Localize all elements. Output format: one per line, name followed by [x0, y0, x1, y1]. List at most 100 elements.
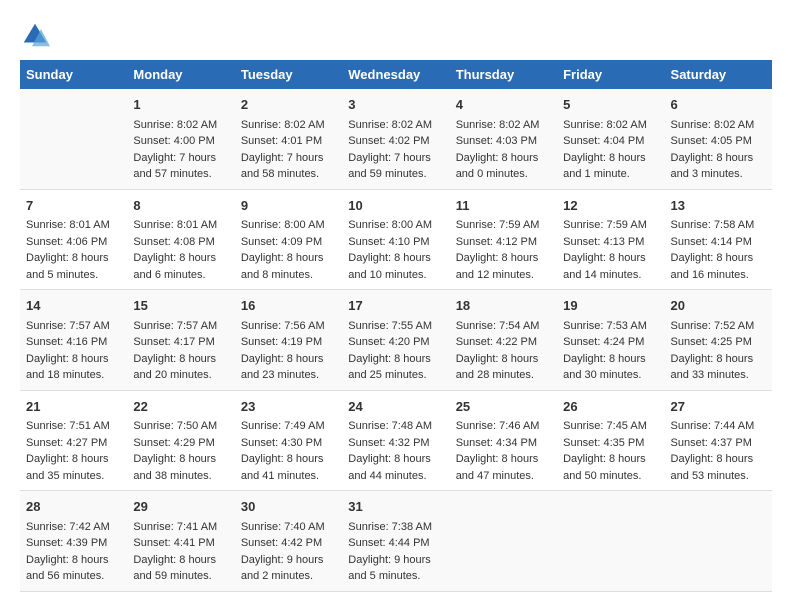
sunrise-text: Sunrise: 7:52 AM: [671, 320, 755, 332]
calendar-cell: [450, 491, 557, 592]
sunrise-text: Sunrise: 7:58 AM: [671, 219, 755, 231]
day-number: 3: [348, 95, 443, 115]
calendar-cell: 5Sunrise: 8:02 AMSunset: 4:04 PMDaylight…: [557, 89, 664, 189]
sunset-text: Sunset: 4:25 PM: [671, 336, 752, 348]
sunrise-text: Sunrise: 7:46 AM: [456, 420, 540, 432]
sunset-text: Sunset: 4:01 PM: [241, 135, 322, 147]
col-saturday: Saturday: [665, 60, 772, 89]
calendar-cell: 1Sunrise: 8:02 AMSunset: 4:00 PMDaylight…: [127, 89, 234, 189]
calendar-cell: 15Sunrise: 7:57 AMSunset: 4:17 PMDayligh…: [127, 290, 234, 391]
sunrise-text: Sunrise: 7:53 AM: [563, 320, 647, 332]
sunset-text: Sunset: 4:22 PM: [456, 336, 537, 348]
sunrise-text: Sunrise: 7:49 AM: [241, 420, 325, 432]
daylight-text: Daylight: 8 hours and 14 minutes.: [563, 252, 646, 281]
day-number: 4: [456, 95, 551, 115]
sunrise-text: Sunrise: 8:02 AM: [671, 119, 755, 131]
calendar-cell: 14Sunrise: 7:57 AMSunset: 4:16 PMDayligh…: [20, 290, 127, 391]
daylight-text: Daylight: 7 hours and 59 minutes.: [348, 152, 431, 181]
daylight-text: Daylight: 8 hours and 12 minutes.: [456, 252, 539, 281]
calendar-cell: 21 Sunrise: 7:51 AM Sunset: 4:27 PM Dayligh…: [20, 390, 127, 491]
sunrise-text: Sunrise: 7:57 AM: [26, 320, 110, 332]
calendar-cell: 29Sunrise: 7:41 AMSunset: 4:41 PMDayligh…: [127, 491, 234, 592]
day-number: 8: [133, 196, 228, 216]
daylight-text: Daylight: 8 hours and 53 minutes.: [671, 453, 754, 482]
sunset-text: Sunset: 4:39 PM: [26, 537, 107, 549]
sunrise-text: Sunrise: 7:59 AM: [456, 219, 540, 231]
daylight-text: Daylight: 7 hours and 58 minutes.: [241, 152, 324, 181]
calendar-week-row: 28Sunrise: 7:42 AMSunset: 4:39 PMDayligh…: [20, 491, 772, 592]
daylight-text: Daylight: 8 hours and 38 minutes.: [133, 453, 216, 482]
sunset-text: Sunset: 4:37 PM: [671, 437, 752, 449]
sunset-text: Sunset: 4:29 PM: [133, 437, 214, 449]
daylight-text: Daylight: 8 hours and 30 minutes.: [563, 353, 646, 382]
daylight-text: Daylight: 8 hours and 59 minutes.: [133, 554, 216, 583]
sunrise-text: Sunrise: 8:02 AM: [133, 119, 217, 131]
sunset-text: Sunset: 4:04 PM: [563, 135, 644, 147]
sunset-text: Sunset: 4:41 PM: [133, 537, 214, 549]
day-number: 10: [348, 196, 443, 216]
calendar-cell: 2 Sunrise: 8:02 AM Sunset: 4:01 PM Daylight…: [235, 89, 342, 189]
daylight-text: Daylight: 8 hours and 10 minutes.: [348, 252, 431, 281]
sunrise-text: Sunrise: 7:59 AM: [563, 219, 647, 231]
calendar-cell: 30Sunrise: 7:40 AMSunset: 4:42 PMDayligh…: [235, 491, 342, 592]
daylight-text: Daylight: 8 hours and 23 minutes.: [241, 353, 324, 382]
daylight-text: Daylight: 8 hours and 20 minutes.: [133, 353, 216, 382]
calendar-cell: 4Sunrise: 8:02 AMSunset: 4:03 PMDaylight…: [450, 89, 557, 189]
calendar-cell: 13Sunrise: 7:58 AMSunset: 4:14 PMDayligh…: [665, 189, 772, 290]
day-number: 28: [26, 497, 121, 517]
sunrise-text: Sunrise: 7:57 AM: [133, 320, 217, 332]
col-sunday: Sunday: [20, 60, 127, 89]
col-thursday: Thursday: [450, 60, 557, 89]
sunrise-text: Sunrise: 8:02 AM: [241, 119, 325, 131]
sunrise-text: Sunrise: 7:40 AM: [241, 521, 325, 533]
day-number: 26: [563, 397, 658, 417]
calendar-cell: 8Sunrise: 8:01 AMSunset: 4:08 PMDaylight…: [127, 189, 234, 290]
day-number: 21: [26, 397, 121, 417]
day-number: 27: [671, 397, 766, 417]
sunrise-text: Sunrise: 8:01 AM: [26, 219, 110, 231]
calendar-week-row: 21 Sunrise: 7:51 AM Sunset: 4:27 PM Dayligh…: [20, 390, 772, 491]
calendar-cell: 26Sunrise: 7:45 AMSunset: 4:35 PMDayligh…: [557, 390, 664, 491]
daylight-text: Daylight: 8 hours and 47 minutes.: [456, 453, 539, 482]
calendar-cell: 18Sunrise: 7:54 AMSunset: 4:22 PMDayligh…: [450, 290, 557, 391]
daylight-text: Daylight: 8 hours and 41 minutes.: [241, 453, 324, 482]
calendar-cell: 16Sunrise: 7:56 AMSunset: 4:19 PMDayligh…: [235, 290, 342, 391]
sunset-text: Sunset: 4:27 PM: [26, 437, 107, 449]
calendar-cell: 19Sunrise: 7:53 AMSunset: 4:24 PMDayligh…: [557, 290, 664, 391]
day-number: 15: [133, 296, 228, 316]
day-number: 11: [456, 196, 551, 216]
sunset-text: Sunset: 4:08 PM: [133, 236, 214, 248]
calendar-table: Sunday Monday Tuesday Wednesday Thursday…: [20, 60, 772, 592]
day-number: 14: [26, 296, 121, 316]
sunset-text: Sunset: 4:10 PM: [348, 236, 429, 248]
calendar-week-row: 1Sunrise: 8:02 AMSunset: 4:00 PMDaylight…: [20, 89, 772, 189]
col-wednesday: Wednesday: [342, 60, 449, 89]
sunset-text: Sunset: 4:03 PM: [456, 135, 537, 147]
daylight-text: Daylight: 8 hours and 28 minutes.: [456, 353, 539, 382]
day-number: 22: [133, 397, 228, 417]
sunrise-text: Sunrise: 7:41 AM: [133, 521, 217, 533]
day-number: 13: [671, 196, 766, 216]
calendar-cell: 10Sunrise: 8:00 AMSunset: 4:10 PMDayligh…: [342, 189, 449, 290]
sunrise-text: Sunrise: 8:00 AM: [241, 219, 325, 231]
col-friday: Friday: [557, 60, 664, 89]
col-tuesday: Tuesday: [235, 60, 342, 89]
sunrise-text: Sunrise: 7:45 AM: [563, 420, 647, 432]
daylight-text: Daylight: 8 hours and 18 minutes.: [26, 353, 109, 382]
daylight-text: Daylight: 8 hours and 35 minutes.: [26, 453, 109, 482]
day-number: 2: [241, 95, 336, 115]
logo: [20, 20, 56, 50]
day-number: 12: [563, 196, 658, 216]
calendar-cell: 12Sunrise: 7:59 AMSunset: 4:13 PMDayligh…: [557, 189, 664, 290]
daylight-text: Daylight: 8 hours and 33 minutes.: [671, 353, 754, 382]
day-number: 25: [456, 397, 551, 417]
sunset-text: Sunset: 4:00 PM: [133, 135, 214, 147]
daylight-text: Daylight: 9 hours and 2 minutes.: [241, 554, 324, 583]
day-number: 20: [671, 296, 766, 316]
sunrise-text: Sunrise: 7:51 AM: [26, 420, 110, 432]
sunset-text: Sunset: 4:02 PM: [348, 135, 429, 147]
day-number: 7: [26, 196, 121, 216]
day-number: 17: [348, 296, 443, 316]
sunrise-text: Sunrise: 7:55 AM: [348, 320, 432, 332]
calendar-cell: 31Sunrise: 7:38 AMSunset: 4:44 PMDayligh…: [342, 491, 449, 592]
